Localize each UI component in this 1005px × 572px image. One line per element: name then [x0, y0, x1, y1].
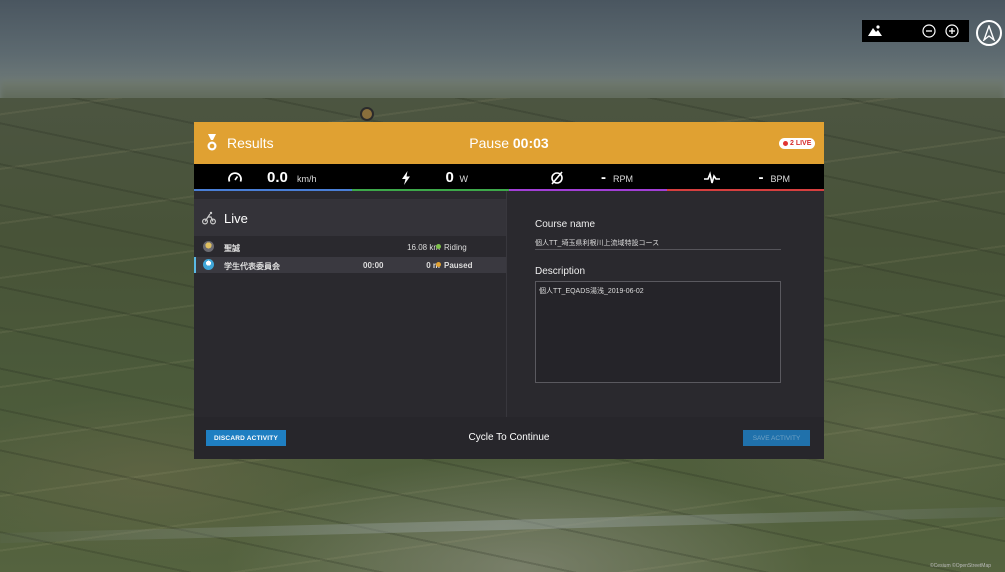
description-label: Description — [535, 266, 586, 277]
live-header: Live — [194, 199, 506, 236]
course-name-field[interactable]: 個人TT_埼玉県利根川上流域特設コース — [535, 236, 781, 250]
lightning-icon — [398, 170, 414, 186]
rider-distance: 16.08 km — [407, 243, 440, 252]
results-footer: DISCARD ACTIVITY Cycle To Continue SAVE … — [194, 417, 824, 459]
cadence-value: - — [601, 169, 606, 186]
course-name-label: Course name — [535, 219, 596, 230]
metric-heart-rate: - BPM — [666, 164, 824, 191]
rider-time: 00:00 — [363, 261, 384, 270]
cyclist-icon — [201, 211, 217, 225]
rider-name: 聖誠 — [224, 244, 240, 253]
speed-value: 0.0 — [267, 169, 288, 186]
speed-unit: km/h — [297, 174, 317, 184]
cycle-to-continue-text: Cycle To Continue — [468, 432, 550, 443]
course-details: Course name 個人TT_埼玉県利根川上流域特設コース Descript… — [507, 191, 824, 417]
rider-map-marker — [360, 107, 374, 121]
metrics-bar: 0.0 km/h 0 W - RPM - BPM — [194, 164, 824, 191]
results-header: Results Pause 00:03 2 LIVE — [194, 122, 824, 164]
terrain-icon[interactable] — [866, 22, 884, 40]
avatar — [203, 259, 214, 270]
status-dot-icon — [436, 244, 441, 249]
live-section: Live 聖誠 16.08 km Riding 学生代表委員会 00:00 0 … — [194, 191, 506, 417]
rider-row-selected[interactable]: 学生代表委員会 00:00 0 m Paused — [194, 257, 506, 273]
heartbeat-icon — [703, 170, 720, 186]
zoom-out-icon[interactable] — [920, 22, 938, 40]
cadence-unit: RPM — [613, 174, 633, 184]
live-dot-icon — [783, 141, 788, 146]
rider-distance: 0 m — [426, 261, 440, 270]
metric-cadence: - RPM — [509, 164, 667, 191]
avatar — [203, 241, 214, 252]
metric-speed: 0.0 km/h — [194, 164, 352, 191]
live-title: Live — [224, 211, 248, 226]
rider-status: Riding — [444, 243, 467, 252]
power-unit: W — [459, 174, 469, 184]
cadence-icon — [549, 170, 565, 186]
results-panel: Results Pause 00:03 2 LIVE 0.0 km/h 0 W … — [194, 122, 824, 459]
live-badge: 2 LIVE — [779, 138, 816, 149]
save-activity-button[interactable]: SAVE ACTIVITY — [743, 430, 810, 446]
live-badge-text: 2 LIVE — [790, 140, 812, 147]
map-attribution: ©Cesium ©OpenStreetMap — [930, 563, 992, 569]
power-value: 0 — [445, 169, 454, 186]
metric-power: 0 W — [351, 164, 509, 191]
pause-time: 00:03 — [512, 135, 549, 151]
pause-label: Pause — [469, 135, 509, 151]
zoom-in-icon[interactable] — [943, 22, 961, 40]
status-dot-icon — [436, 262, 441, 267]
heart-rate-value: - — [758, 169, 764, 186]
pause-timer: Pause 00:03 — [194, 135, 824, 151]
map-controls — [862, 20, 969, 42]
compass-north-icon[interactable] — [976, 20, 1002, 46]
heart-rate-unit: BPM — [770, 174, 791, 184]
rider-name: 学生代表委員会 — [224, 262, 280, 271]
rider-status: Paused — [444, 261, 473, 270]
rider-row[interactable]: 聖誠 16.08 km Riding — [194, 239, 506, 255]
speedometer-icon — [227, 170, 243, 186]
description-textarea[interactable]: 個人TT_EQADS湯浅_2019-06-02 — [535, 281, 781, 383]
